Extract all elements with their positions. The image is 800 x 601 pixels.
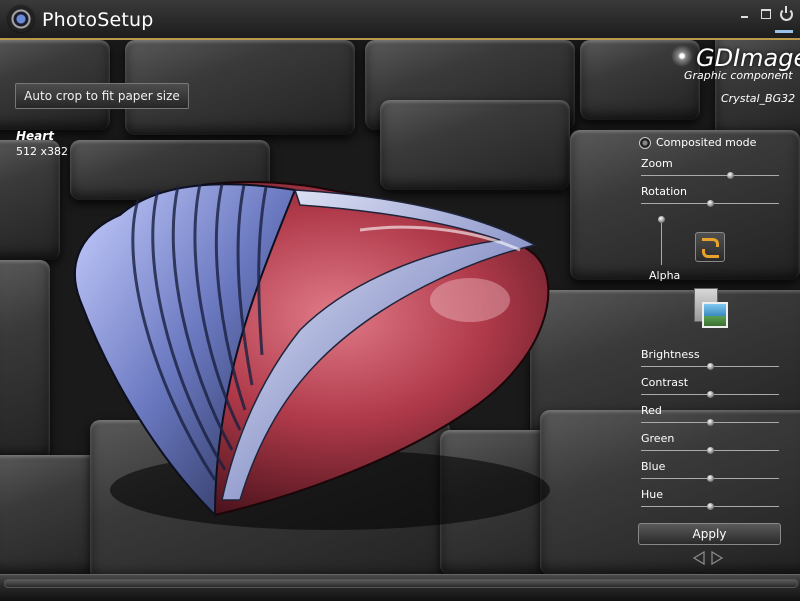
alpha-label: Alpha: [649, 269, 681, 282]
green-label: Green: [641, 432, 675, 445]
hue-slider-thumb[interactable]: [706, 503, 714, 510]
brand-subtitle: Graphic component: [684, 69, 793, 82]
blue-slider-thumb[interactable]: [706, 475, 714, 482]
skin-name: Crystal_BG32: [721, 92, 796, 105]
contrast-label: Contrast: [641, 376, 689, 389]
power-indicator: [775, 30, 793, 33]
blue-label: Blue: [641, 460, 666, 473]
power-icon[interactable]: [778, 6, 794, 22]
zoom-slider[interactable]: [641, 175, 779, 176]
composited-mode-label: Composited mode: [656, 136, 757, 149]
brightness-label: Brightness: [641, 348, 700, 361]
green-slider-thumb[interactable]: [706, 447, 714, 454]
open-image-icon: [702, 302, 728, 328]
apply-button[interactable]: Apply: [638, 523, 781, 545]
composited-mode-radio[interactable]: [639, 137, 651, 149]
bottom-scroll-bar[interactable]: [0, 574, 800, 601]
hue-label: Hue: [641, 488, 664, 501]
rotation-label: Rotation: [641, 185, 688, 198]
scroll-track[interactable]: [4, 579, 798, 588]
rotate-icon: [702, 238, 719, 247]
previous-arrow-icon[interactable]: [692, 551, 706, 565]
red-label: Red: [641, 404, 662, 417]
contrast-slider-thumb[interactable]: [706, 391, 714, 398]
image-dimensions: 512 x382: [16, 145, 68, 158]
brightness-slider-thumb[interactable]: [706, 363, 714, 370]
image-name: Heart: [16, 129, 54, 143]
rotation-slider-thumb[interactable]: [706, 200, 714, 207]
app-title: PhotoSetup: [42, 9, 154, 31]
zoom-label: Zoom: [641, 157, 673, 170]
red-slider-thumb[interactable]: [706, 419, 714, 426]
maximize-icon[interactable]: [758, 6, 774, 22]
open-image-button[interactable]: [690, 288, 728, 332]
title-bar[interactable]: PhotoSetup: [0, 0, 800, 40]
next-arrow-icon[interactable]: [710, 551, 724, 565]
camera-lens-icon: [8, 6, 34, 32]
minimize-icon[interactable]: [737, 6, 753, 22]
brand-title: GDImage: [696, 44, 800, 72]
auto-crop-button[interactable]: Auto crop to fit paper size: [15, 83, 189, 109]
sparkle-icon: [670, 44, 694, 68]
alpha-slider[interactable]: [661, 219, 662, 265]
rotate-button[interactable]: [695, 232, 725, 262]
alpha-slider-thumb[interactable]: [658, 215, 665, 223]
